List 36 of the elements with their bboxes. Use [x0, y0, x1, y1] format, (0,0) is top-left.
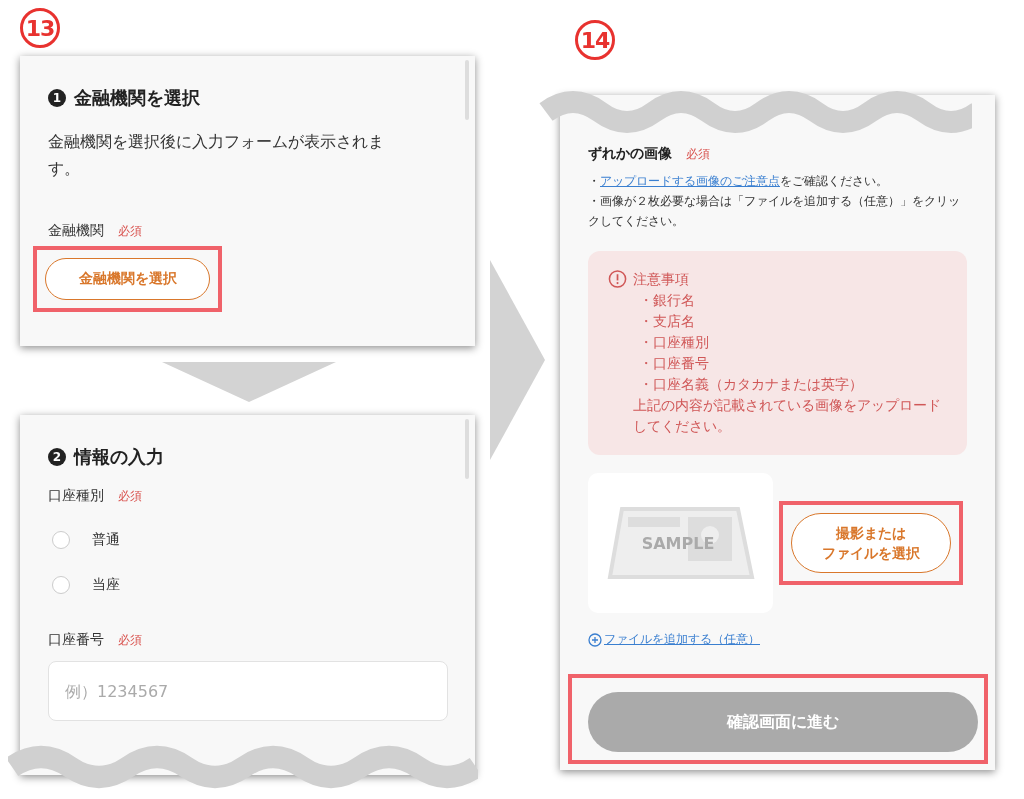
caution-item: ・支店名	[638, 312, 697, 331]
caution-item: ・口座番号	[638, 354, 711, 373]
note-text: ・アップロードする画像のご注意点をご確認ください。	[588, 173, 889, 190]
notice-link[interactable]: アップロードする画像のご注意点	[600, 174, 780, 188]
radio-label: 当座	[92, 575, 120, 594]
caution-title: 注意事項	[633, 270, 691, 289]
caution-item: ・銀行名	[638, 291, 697, 310]
required-tag: 必須	[118, 223, 142, 240]
step-number: 13	[20, 8, 60, 48]
radio-button[interactable]	[52, 575, 70, 594]
step-number-badge: 2	[48, 448, 66, 466]
field-label: ずれかの画像	[588, 145, 672, 163]
field-label: 金融機関	[48, 222, 104, 240]
warning-icon	[608, 269, 628, 289]
upload-button[interactable]: 撮影または ファイルを選択	[791, 513, 951, 573]
description-text: 金融機関を選択後に入力フォームが表示されます。	[48, 131, 385, 180]
sample-card-drawing: SAMPLE	[605, 505, 756, 581]
field-label: 口座番号	[48, 631, 104, 649]
account-number-field[interactable]: 例）1234567	[48, 661, 448, 721]
note-text: ・画像が２枚必要な場合は「ファイルを追加する（任意）」をクリックしてください。	[588, 193, 960, 230]
plus-circle-icon	[588, 632, 602, 647]
add-file-link[interactable]: ファイルを追加する（任意）	[588, 631, 967, 648]
radio-button[interactable]	[52, 530, 70, 549]
step-number-badge: 1	[48, 89, 66, 107]
required-tag: 必須	[118, 632, 142, 649]
section-heading: 情報の入力	[74, 445, 164, 469]
field-label: 口座種別	[48, 487, 104, 505]
caution-item: ・口座種別	[638, 333, 711, 352]
radio-label: 普通	[92, 530, 120, 549]
required-tag: 必須	[686, 146, 710, 163]
caution-item: ・口座名義（カタカナまたは英字）	[638, 375, 865, 394]
required-tag: 必須	[118, 488, 142, 505]
select-bank-button[interactable]: 金融機関を選択	[45, 258, 210, 300]
section-heading: 金融機関を選択	[74, 86, 200, 110]
step-number: 14	[575, 20, 615, 60]
caution-text: 上記の内容が記載されている画像をアップロードしてください。	[633, 396, 943, 436]
